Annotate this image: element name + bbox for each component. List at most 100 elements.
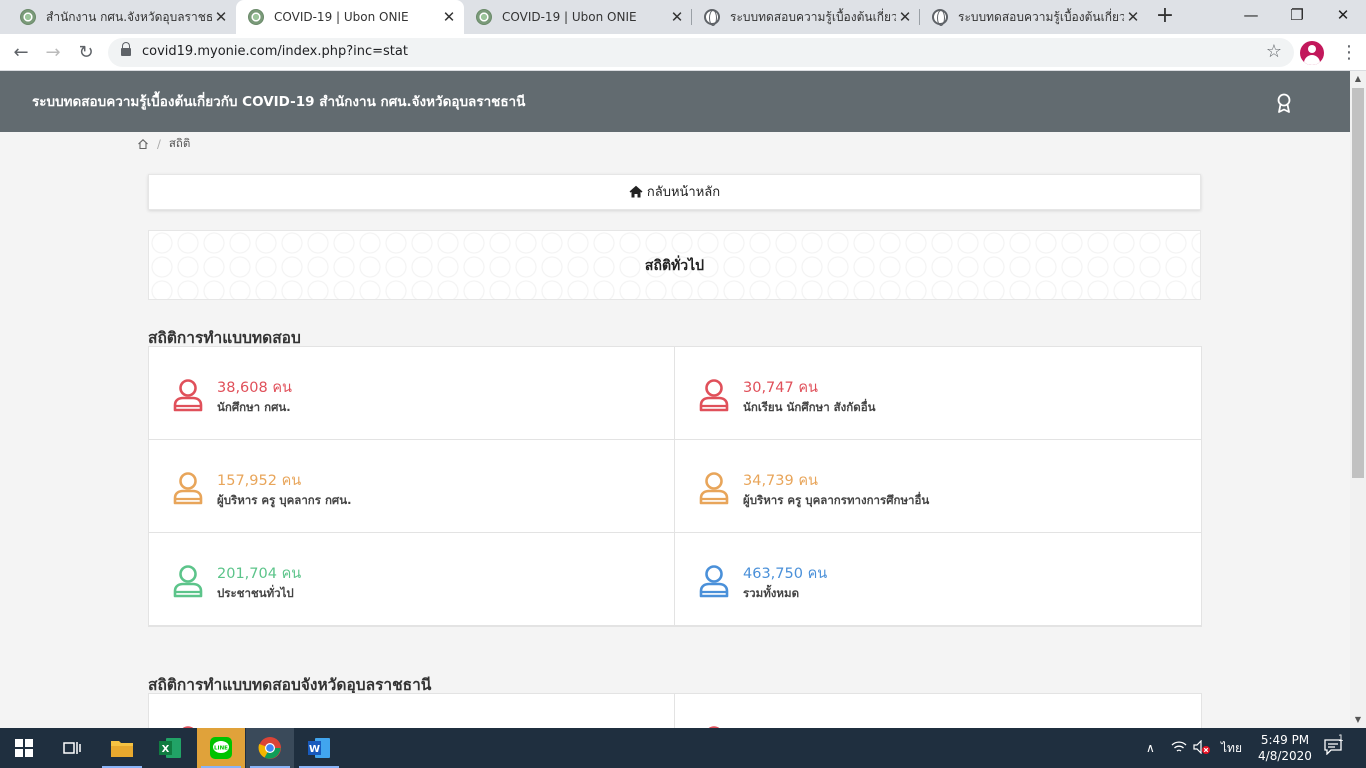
tab-title: ระบบทดสอบความรู้เบื้องต้นเกี่ยวกับโ xyxy=(958,9,1124,24)
restore-icon[interactable]: ❐ xyxy=(1274,0,1320,30)
reload-icon[interactable]: ↻ xyxy=(73,40,99,66)
system-clock[interactable]: 5:49 PM 4/8/2020 xyxy=(1254,732,1316,764)
stat-label: ผู้บริหาร ครู บุคลากร กศน. xyxy=(217,493,352,507)
stat-count: 34,739 คน xyxy=(743,473,818,489)
stat-card: 201,704 คนประชาชนทั่วไป xyxy=(149,533,675,626)
stat-card: 30,747 คนนักเรียน นักศึกษา สังกัดอื่น xyxy=(675,347,1201,440)
award-icon[interactable] xyxy=(1276,93,1292,113)
stat-count: 157,952 คน xyxy=(217,473,302,489)
tab-title: COVID-19 | Ubon ONIE xyxy=(274,10,409,24)
stat-card: 21,070 คน xyxy=(149,694,675,728)
onie-logo-icon xyxy=(248,9,264,25)
user-icon xyxy=(699,379,729,412)
browser-tab[interactable]: ระบบทดสอบความรู้เบื้องต้นเกี่ยวกับโ ✕ xyxy=(920,0,1148,34)
chrome-icon[interactable] xyxy=(246,728,294,768)
stat-card: 463,750 คนรวมทั้งหมด xyxy=(675,533,1201,626)
province-stats-grid: 21,070 คน3,511 คน xyxy=(148,693,1202,728)
notification-count: 1 xyxy=(1338,734,1344,744)
scrollbar-thumb[interactable] xyxy=(1352,88,1364,478)
stat-label: รวมทั้งหมด xyxy=(743,586,800,600)
line-icon[interactable]: LINE xyxy=(197,728,245,768)
stat-count: 30,747 คน xyxy=(743,380,818,396)
back-arrow-icon[interactable]: ← xyxy=(8,40,34,66)
globe-icon xyxy=(932,9,948,26)
bookmark-star-icon[interactable]: ☆ xyxy=(1266,41,1282,62)
clock-date: 4/8/2020 xyxy=(1258,749,1312,763)
close-tab-icon[interactable]: ✕ xyxy=(440,8,458,26)
onie-logo-icon xyxy=(20,9,36,25)
home-icon[interactable] xyxy=(137,138,149,150)
svg-text:X: X xyxy=(162,744,170,755)
close-tab-icon[interactable]: ✕ xyxy=(668,8,686,26)
stat-count: 463,750 คน xyxy=(743,566,828,582)
general-stats-banner: สถิติทั่วไป xyxy=(148,230,1201,300)
user-icon xyxy=(699,472,729,505)
new-tab-button[interactable]: + xyxy=(1153,5,1177,29)
network-icon[interactable] xyxy=(1171,728,1187,768)
file-explorer-icon[interactable] xyxy=(98,728,146,768)
svg-text:W: W xyxy=(309,744,320,755)
lock-icon xyxy=(121,42,131,58)
close-tab-icon[interactable]: ✕ xyxy=(1124,8,1142,26)
stat-count: 201,704 คน xyxy=(217,566,302,582)
back-home-button[interactable]: กลับหน้าหลัก xyxy=(148,174,1201,210)
stat-card: 3,511 คน xyxy=(675,694,1201,728)
breadcrumb-separator: / xyxy=(157,137,161,151)
stat-label: ประชาชนทั่วไป xyxy=(217,586,294,600)
back-home-label: กลับหน้าหลัก xyxy=(646,185,721,200)
tab-title: COVID-19 | Ubon ONIE xyxy=(502,10,637,24)
onie-logo-icon xyxy=(476,9,492,25)
windows-taskbar: X LINE W ∧ ไทย 5:49 PM 4/8/2020 1 xyxy=(0,728,1366,768)
breadcrumb-current: สถิติ xyxy=(168,136,191,150)
task-view-icon[interactable] xyxy=(48,728,96,768)
minimize-icon[interactable]: — xyxy=(1228,0,1274,30)
forward-arrow-icon[interactable]: → xyxy=(40,40,66,66)
close-window-icon[interactable]: ✕ xyxy=(1320,0,1366,30)
page-viewport: ระบบทดสอบความรู้เบื้องต้นเกี่ยวกับ COVID… xyxy=(0,71,1350,728)
action-center-icon[interactable]: 1 xyxy=(1324,728,1344,768)
address-bar[interactable]: covid19.myonie.com/index.php?inc=stat ☆ xyxy=(108,38,1294,67)
browser-tab[interactable]: ระบบทดสอบความรู้เบื้องต้นเกี่ยวกับโ ✕ xyxy=(692,0,920,34)
browser-toolbar: ← → ↻ covid19.myonie.com/index.php?inc=s… xyxy=(0,34,1366,71)
tab-title: สำนักงาน กศน.จังหวัดอุบลราชธานี xyxy=(46,9,212,24)
site-title[interactable]: ระบบทดสอบความรู้เบื้องต้นเกี่ยวกับ COVID… xyxy=(32,90,525,112)
scroll-up-icon[interactable]: ▲ xyxy=(1350,71,1366,87)
close-tab-icon[interactable]: ✕ xyxy=(212,8,230,26)
stats-grid: 38,608 คน นักศึกษา กศน. 30,747 คน นักเรียน … xyxy=(148,346,1202,627)
stat-card: 38,608 คนนักศึกษา กศน. xyxy=(149,347,675,440)
tab-title: ระบบทดสอบความรู้เบื้องต้นเกี่ยวกับโ xyxy=(730,9,896,24)
scroll-down-icon[interactable]: ▼ xyxy=(1350,712,1366,728)
word-icon[interactable]: W xyxy=(295,728,343,768)
home-icon xyxy=(629,185,643,198)
breadcrumb: / สถิติ xyxy=(137,135,190,153)
stat-count: 38,608 คน xyxy=(217,380,292,396)
browser-tab[interactable]: สำนักงาน กศน.จังหวัดอุบลราชธานี ✕ xyxy=(8,0,236,34)
svg-text:LINE: LINE xyxy=(214,746,228,752)
show-hidden-icons-icon[interactable]: ∧ xyxy=(1146,728,1155,768)
browser-tab[interactable]: COVID-19 | Ubon ONIE ✕ xyxy=(464,0,692,34)
more-menu-icon[interactable]: ⋮ xyxy=(1340,40,1358,66)
user-icon xyxy=(699,565,729,598)
user-icon xyxy=(173,565,203,598)
banner-title: สถิติทั่วไป xyxy=(644,258,705,274)
clock-time: 5:49 PM xyxy=(1260,733,1310,747)
windows-start-icon[interactable] xyxy=(0,728,48,768)
user-icon xyxy=(173,472,203,505)
input-language[interactable]: ไทย xyxy=(1221,728,1242,768)
globe-icon xyxy=(704,9,720,26)
excel-icon[interactable]: X xyxy=(146,728,194,768)
stat-card: 157,952 คนผู้บริหาร ครู บุคลากร กศน. xyxy=(149,440,675,533)
stat-label: นักเรียน นักศึกษา สังกัดอื่น xyxy=(743,400,876,414)
stat-label: นักศึกษา กศน. xyxy=(217,400,291,414)
page-scrollbar[interactable]: ▲ ▼ xyxy=(1350,71,1366,728)
stat-card: 34,739 คนผู้บริหาร ครู บุคลากรทางการศึกษ… xyxy=(675,440,1201,533)
user-icon xyxy=(173,379,203,412)
url-text[interactable]: covid19.myonie.com/index.php?inc=stat xyxy=(142,44,408,59)
browser-tab-strip: สำนักงาน กศน.จังหวัดอุบลราชธานี ✕ COVID-… xyxy=(0,0,1366,34)
close-tab-icon[interactable]: ✕ xyxy=(896,8,914,26)
volume-muted-icon[interactable] xyxy=(1193,728,1211,768)
browser-tab-active[interactable]: COVID-19 | Ubon ONIE ✕ xyxy=(236,0,464,34)
stat-label: ผู้บริหาร ครู บุคลากรทางการศึกษาอื่น xyxy=(743,493,930,507)
site-header: ระบบทดสอบความรู้เบื้องต้นเกี่ยวกับ COVID… xyxy=(0,71,1350,132)
profile-avatar-icon[interactable] xyxy=(1300,41,1324,65)
